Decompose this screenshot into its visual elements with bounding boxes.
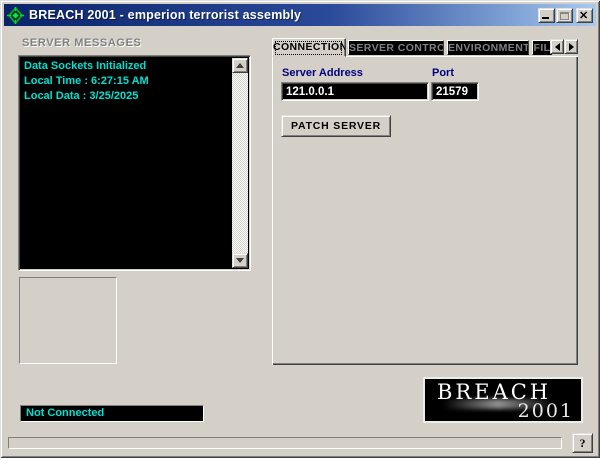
app-window: BREACH 2001 - emperion terrorist assembl… <box>0 0 600 458</box>
patch-server-button[interactable]: PATCH SERVER <box>281 115 391 137</box>
server-address-label: Server Address <box>282 67 363 79</box>
server-messages-list[interactable]: Data Sockets Initialized Local Time : 6:… <box>18 55 251 271</box>
message-line: Local Time : 6:27:15 AM <box>24 74 230 89</box>
close-button[interactable]: ✕ <box>576 8 593 23</box>
window-title: BREACH 2001 - emperion terrorist assembl… <box>29 8 537 22</box>
arrow-down-icon <box>236 258 244 263</box>
message-line: Data Sockets Initialized <box>24 59 230 74</box>
server-address-input[interactable] <box>281 82 429 101</box>
tab-scroll-right-button[interactable] <box>564 39 578 54</box>
tab-environment[interactable]: ENVIRONMENT <box>447 40 529 55</box>
close-icon: ✕ <box>579 10 588 22</box>
arrow-right-icon <box>569 43 574 51</box>
tab-label: SERVER CONTROL <box>349 42 444 54</box>
connection-status: Not Connected <box>20 405 204 422</box>
maximize-icon <box>560 12 569 20</box>
progress-bar <box>8 437 562 449</box>
port-label: Port <box>432 67 454 79</box>
preview-box <box>19 277 117 364</box>
tab-connection[interactable]: CONNECTION <box>272 38 346 57</box>
minimize-icon <box>542 17 549 19</box>
app-icon <box>7 7 24 24</box>
tab-page-connection: Server Address Port PATCH SERVER <box>272 56 578 365</box>
tab-label: ENVIRONMENT <box>448 42 529 54</box>
help-button[interactable]: ? <box>572 433 593 453</box>
tab-label: FIL <box>534 42 551 54</box>
arrow-left-icon <box>555 43 560 51</box>
logo-text-2001: 2001 <box>518 400 574 422</box>
vertical-scrollbar[interactable] <box>232 58 248 268</box>
scroll-up-button[interactable] <box>232 58 248 73</box>
minimize-button[interactable] <box>538 8 555 23</box>
maximize-button[interactable] <box>556 8 573 23</box>
message-lines: Data Sockets Initialized Local Time : 6:… <box>24 59 230 104</box>
titlebar[interactable]: BREACH 2001 - emperion terrorist assembl… <box>4 4 596 26</box>
breach-logo: BREACH 2001 <box>423 377 583 423</box>
arrow-up-icon <box>236 63 244 68</box>
tab-server-control[interactable]: SERVER CONTROL <box>348 40 444 55</box>
scroll-down-button[interactable] <box>232 253 248 268</box>
message-line: Local Data : 3/25/2025 <box>24 89 230 104</box>
tab-files[interactable]: FIL <box>532 40 552 55</box>
tab-scroll-left-button[interactable] <box>550 39 564 54</box>
tab-label: CONNECTION <box>273 41 346 53</box>
port-input[interactable] <box>431 82 479 101</box>
server-messages-label: SERVER MESSAGES <box>22 37 141 49</box>
